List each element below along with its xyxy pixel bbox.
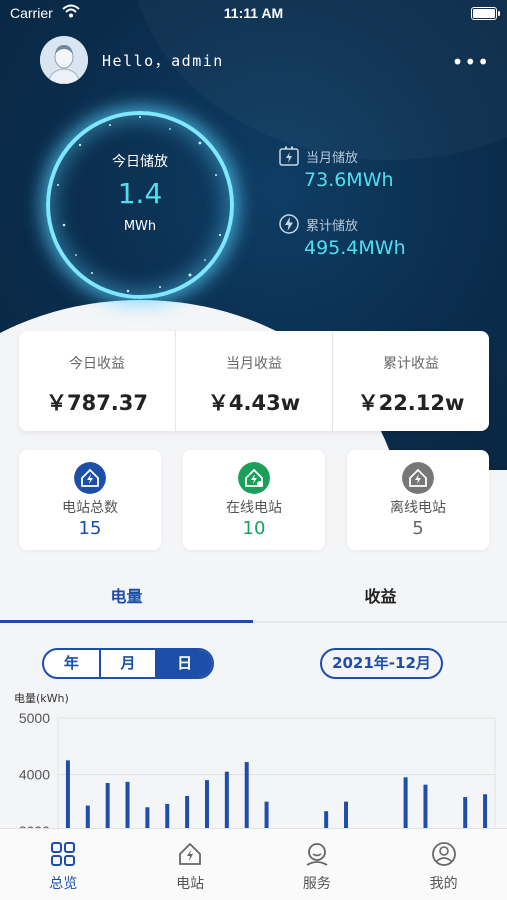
nav-station[interactable]: 电站: [127, 829, 254, 900]
chart-bar: [344, 801, 349, 830]
nav-service-label: 服务: [302, 876, 331, 892]
chart-bar: [145, 807, 150, 830]
chart-bar: [165, 803, 170, 830]
station-online-label: 在线电站: [226, 500, 282, 516]
station-total-card[interactable]: 电站总数 15: [19, 450, 161, 550]
chart-bar: [204, 780, 209, 830]
nav-overview-label: 总览: [49, 876, 78, 892]
date-picker-button[interactable]: 2021年-12月: [320, 648, 443, 679]
chart-bar: [65, 760, 70, 830]
chart-bar: [403, 777, 408, 830]
period-selector: 年 月 日: [42, 648, 214, 679]
chart-bar: [224, 771, 229, 830]
tab-active-indicator: [0, 620, 253, 623]
station-offline-card[interactable]: 离线电站 5: [347, 450, 489, 550]
overview-icon: [51, 842, 76, 866]
month-storage-label: 当月储放: [306, 151, 359, 166]
income-total-label: 累计收益: [383, 356, 439, 372]
income-total-value: ￥22.12w: [357, 391, 465, 415]
user-bar: Hello，admin •••: [40, 36, 500, 84]
y-tick-label: 4000: [19, 767, 50, 783]
nav-service[interactable]: 服务: [254, 829, 381, 900]
clock: 11:11 AM: [223, 5, 284, 21]
avatar[interactable]: [40, 36, 88, 84]
nav-overview[interactable]: 总览: [0, 829, 127, 900]
tab-revenue[interactable]: 收益: [254, 576, 507, 622]
energy-bar-chart: 电量(kWh)500040003000: [0, 690, 507, 830]
income-month: 当月收益 ￥4.43w: [176, 331, 333, 431]
period-year-button[interactable]: 年: [44, 650, 101, 677]
y-tick-label: 5000: [19, 710, 50, 726]
greeting-text: Hello，admin: [102, 52, 224, 70]
income-today: 今日收益 ￥787.37: [19, 331, 176, 431]
total-storage-value: 495.4MWh: [304, 237, 406, 259]
chart-bar: [125, 781, 130, 830]
tab-energy[interactable]: 电量: [0, 576, 253, 622]
income-month-label: 当月收益: [226, 356, 282, 372]
battery-icon: [471, 7, 500, 20]
today-storage-value: 1.4: [117, 177, 163, 210]
station-total-label: 电站总数: [62, 500, 118, 516]
lightning-circle-icon: [279, 214, 299, 234]
battery-charge-icon: [279, 146, 299, 166]
income-today-value: ￥787.37: [45, 391, 149, 415]
period-day-button[interactable]: 日: [157, 650, 212, 677]
station-icon: [179, 842, 202, 865]
profile-icon: [431, 842, 456, 866]
income-today-label: 今日收益: [69, 356, 125, 372]
chart-canvas: 电量(kWh)500040003000: [14, 692, 496, 830]
station-offline-label: 离线电站: [390, 500, 446, 516]
service-icon: [306, 843, 328, 866]
chart-bar: [264, 801, 269, 830]
y-axis-title: 电量(kWh): [14, 692, 69, 705]
chart-bar: [185, 795, 190, 830]
income-total: 累计收益 ￥22.12w: [333, 331, 489, 431]
station-offline-value: 5: [412, 518, 424, 539]
income-month-value: ￥4.43w: [207, 391, 301, 415]
more-options-icon[interactable]: •••: [452, 50, 490, 74]
income-summary-card: 今日收益 ￥787.37 当月收益 ￥4.43w 累计收益 ￥22.12w: [19, 331, 489, 431]
chart-bar: [85, 805, 90, 830]
status-bar: Carrier 11:11 AM: [0, 0, 507, 28]
station-online-icon: [238, 462, 270, 494]
nav-profile[interactable]: 我的: [380, 829, 507, 900]
today-storage-gauge: 今日储放 1.4 MWh: [40, 105, 240, 305]
station-offline-icon: [402, 462, 434, 494]
chart-bar: [423, 784, 428, 830]
chart-bar: [483, 794, 488, 830]
total-storage-label: 累计储放: [306, 219, 359, 234]
nav-profile-label: 我的: [429, 876, 458, 892]
station-total-value: 15: [78, 518, 102, 539]
chart-tabs: 电量 收益: [0, 576, 507, 624]
nav-station-label: 电站: [176, 876, 205, 892]
chart-bar: [463, 797, 468, 830]
chart-bar: [244, 762, 249, 830]
today-storage-label: 今日储放: [112, 154, 168, 170]
station-total-icon: [74, 462, 106, 494]
month-storage-value: 73.6MWh: [304, 169, 394, 191]
chart-bar: [105, 782, 110, 830]
today-storage-unit: MWh: [123, 219, 157, 234]
user-avatar-icon: [40, 36, 88, 84]
station-online-card[interactable]: 在线电站 10: [183, 450, 325, 550]
bottom-nav: 总览 电站 服务 我的: [0, 828, 507, 900]
station-online-value: 10: [242, 518, 266, 539]
period-month-button[interactable]: 月: [101, 650, 158, 677]
